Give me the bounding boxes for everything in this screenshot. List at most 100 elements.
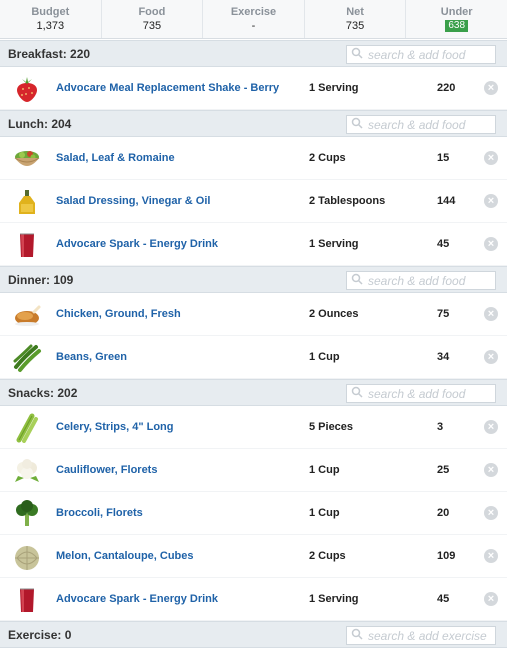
- meal-title: Breakfast: 220: [8, 46, 91, 61]
- search-add-food-input[interactable]: search & add food: [346, 271, 496, 290]
- magnifier-icon: [351, 273, 368, 288]
- magnifier-icon: [351, 117, 368, 132]
- meal-title: Lunch: 204: [8, 116, 72, 131]
- delete-entry-icon[interactable]: ×: [484, 420, 498, 434]
- food-name-link[interactable]: Advocare Meal Replacement Shake - Berry: [56, 82, 279, 94]
- green-beans-icon: [12, 343, 42, 373]
- strawberry-icon: [12, 74, 42, 104]
- delete-entry-icon[interactable]: ×: [484, 194, 498, 208]
- delete-entry-icon[interactable]: ×: [484, 506, 498, 520]
- drink-glass-icon: [12, 585, 42, 615]
- meal-header-dinner: Dinner: 109 search & add food: [0, 266, 507, 293]
- food-calories: 3: [437, 421, 444, 433]
- search-add-food-input[interactable]: search & add food: [346, 45, 496, 64]
- food-entry-row: Broccoli, Florets 1 Cup 20 ×: [0, 492, 507, 535]
- food-entry-row: Chicken, Ground, Fresh 2 Ounces 75 ×: [0, 293, 507, 336]
- search-add-food-input[interactable]: search & add exercise: [346, 626, 496, 645]
- food-calories: 144: [437, 195, 456, 207]
- roast-chicken-icon: [12, 300, 42, 330]
- food-calories: 15: [437, 152, 450, 164]
- food-quantity: 1 Serving: [309, 593, 359, 605]
- net-label: Net: [346, 6, 364, 18]
- food-calories: 45: [437, 593, 450, 605]
- meal-header-breakfast: Breakfast: 220 search & add food: [0, 40, 507, 67]
- under-badge: 638: [445, 20, 469, 32]
- food-entry-row: Advocare Spark - Energy Drink 1 Serving 45…: [0, 578, 507, 621]
- broccoli-icon: [12, 499, 42, 529]
- food-name-link[interactable]: Salad, Leaf & Romaine: [56, 152, 175, 164]
- food-quantity: 1 Cup: [309, 464, 340, 476]
- magnifier-icon: [351, 628, 368, 643]
- food-quantity: 1 Cup: [309, 351, 340, 363]
- food-name-link[interactable]: Celery, Strips, 4" Long: [56, 421, 173, 433]
- food-calories: 75: [437, 308, 450, 320]
- meal-title: Snacks: 202: [8, 385, 78, 400]
- delete-entry-icon[interactable]: ×: [484, 463, 498, 477]
- food-entry-row: Salad Dressing, Vinegar & Oil 2 Tablespoo…: [0, 180, 507, 223]
- food-name-link[interactable]: Beans, Green: [56, 351, 127, 363]
- search-placeholder: search & add exercise: [368, 628, 487, 643]
- celery-icon: [12, 413, 42, 443]
- food-quantity: 1 Serving: [309, 82, 359, 94]
- food-log-list: Breakfast: 220 search & add food Advocare …: [0, 40, 507, 648]
- summary-budget: Budget 1,373: [0, 0, 102, 38]
- food-name-link[interactable]: Advocare Spark - Energy Drink: [56, 238, 218, 250]
- search-placeholder: search & add food: [368, 47, 466, 62]
- exercise-label: Exercise: [230, 6, 277, 18]
- food-quantity: 2 Ounces: [309, 308, 359, 320]
- meal-header-snacks: Snacks: 202 search & add food: [0, 379, 507, 406]
- under-label: Under: [440, 6, 473, 18]
- daily-summary-bar: Budget 1,373 Food 735 Exercise - Net 735…: [0, 0, 507, 39]
- oil-bottle-icon: [12, 187, 42, 217]
- food-name-link[interactable]: Broccoli, Florets: [56, 507, 143, 519]
- cauliflower-icon: [12, 456, 42, 486]
- food-calories: 25: [437, 464, 450, 476]
- cantaloupe-icon: [12, 542, 42, 572]
- food-quantity: 2 Cups: [309, 152, 346, 164]
- exercise-value: -: [251, 20, 256, 32]
- food-entry-row: Beans, Green 1 Cup 34 ×: [0, 336, 507, 379]
- food-calories: 45: [437, 238, 450, 250]
- delete-entry-icon[interactable]: ×: [484, 592, 498, 606]
- delete-entry-icon[interactable]: ×: [484, 151, 498, 165]
- food-entry-row: Cauliflower, Florets 1 Cup 25 ×: [0, 449, 507, 492]
- budget-value: 1,373: [36, 20, 65, 32]
- delete-entry-icon[interactable]: ×: [484, 549, 498, 563]
- food-quantity: 2 Tablespoons: [309, 195, 386, 207]
- food-name-link[interactable]: Salad Dressing, Vinegar & Oil: [56, 195, 210, 207]
- budget-label: Budget: [31, 6, 70, 18]
- food-name-link[interactable]: Advocare Spark - Energy Drink: [56, 593, 218, 605]
- salad-bowl-icon: [12, 144, 42, 174]
- search-add-food-input[interactable]: search & add food: [346, 115, 496, 134]
- food-name-link[interactable]: Cauliflower, Florets: [56, 464, 157, 476]
- food-calories: 34: [437, 351, 450, 363]
- search-placeholder: search & add food: [368, 117, 466, 132]
- food-value: 735: [142, 20, 162, 32]
- delete-entry-icon[interactable]: ×: [484, 350, 498, 364]
- food-calories: 220: [437, 82, 456, 94]
- food-entry-row: Salad, Leaf & Romaine 2 Cups 15 ×: [0, 137, 507, 180]
- magnifier-icon: [351, 386, 368, 401]
- food-name-link[interactable]: Melon, Cantaloupe, Cubes: [56, 550, 194, 562]
- food-name-link[interactable]: Chicken, Ground, Fresh: [56, 308, 181, 320]
- search-placeholder: search & add food: [368, 273, 466, 288]
- magnifier-icon: [351, 47, 368, 62]
- drink-glass-icon: [12, 230, 42, 260]
- food-entry-row: Advocare Spark - Energy Drink 1 Serving 45…: [0, 223, 507, 266]
- delete-entry-icon[interactable]: ×: [484, 237, 498, 251]
- food-quantity: 2 Cups: [309, 550, 346, 562]
- food-quantity: 5 Pieces: [309, 421, 354, 433]
- food-entry-row: Melon, Cantaloupe, Cubes 2 Cups 109 ×: [0, 535, 507, 578]
- food-calories: 20: [437, 507, 450, 519]
- food-calories: 109: [437, 550, 456, 562]
- meal-title: Dinner: 109: [8, 272, 74, 287]
- delete-entry-icon[interactable]: ×: [484, 307, 498, 321]
- search-add-food-input[interactable]: search & add food: [346, 384, 496, 403]
- net-value: 735: [345, 20, 365, 32]
- food-entry-row: Advocare Meal Replacement Shake - Berry 1…: [0, 67, 507, 110]
- food-label: Food: [138, 6, 166, 18]
- meal-header-lunch: Lunch: 204 search & add food: [0, 110, 507, 137]
- delete-entry-icon[interactable]: ×: [484, 81, 498, 95]
- summary-net: Net 735: [305, 0, 407, 38]
- meal-title: Exercise: 0: [8, 627, 72, 642]
